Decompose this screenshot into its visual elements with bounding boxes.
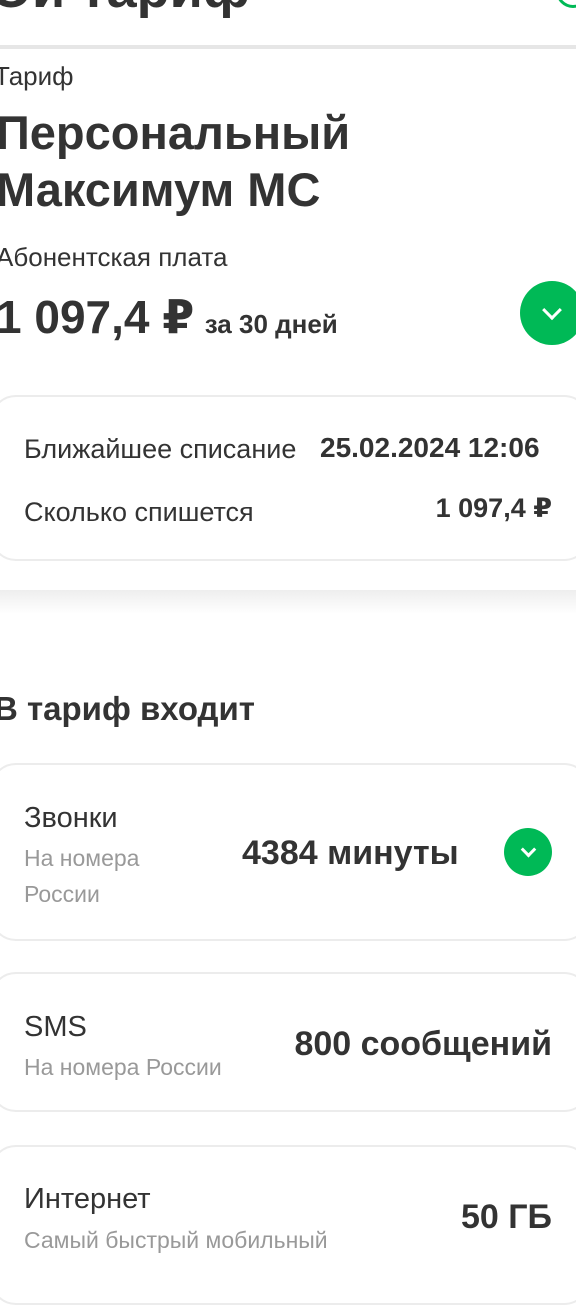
calls-name: Звонки — [24, 802, 118, 834]
fee-row: 1 097,4 ₽ за 30 дней — [0, 290, 338, 344]
fee-period: за 30 дней — [204, 309, 338, 339]
next-charge-label: Ближайшее списание — [24, 434, 297, 464]
sms-name: SMS — [24, 1011, 87, 1043]
chevron-down-icon — [520, 841, 536, 857]
sms-value: 800 сообщений — [294, 1025, 552, 1063]
sms-subtitle: На номера России — [24, 1054, 222, 1080]
tariff-name-line2: Максимум MC — [0, 163, 321, 216]
calls-value: 4384 минуты — [242, 834, 459, 872]
internet-name: Интернет — [24, 1183, 151, 1215]
tariff-caption: Тариф — [0, 61, 74, 91]
fee-amount: 1 097,4 ₽ — [0, 291, 195, 343]
included-title: В тариф входит — [0, 690, 255, 727]
amount-label: Сколько спишется — [24, 497, 254, 527]
internet-subtitle: Самый быстрый мобильный — [24, 1227, 328, 1253]
calls-expand-button[interactable] — [504, 828, 552, 876]
header-divider — [0, 45, 576, 49]
internet-value: 50 ГБ — [461, 1198, 552, 1236]
header-action-icon[interactable] — [556, 0, 576, 8]
tariff-name: Персональный Максимум MC — [0, 104, 350, 218]
billing-card — [0, 395, 576, 561]
section-separator — [0, 590, 576, 650]
fee-caption: Абонентская плата — [0, 242, 228, 272]
tariff-name-line1: Персональный — [0, 106, 351, 159]
chevron-down-icon — [542, 300, 562, 321]
fee-expand-button[interactable] — [520, 281, 576, 345]
amount-value: 1 097,4 ₽ — [435, 493, 552, 523]
page-title: Ой тариф — [0, 0, 250, 20]
next-charge-value: 25.02.2024 12:06 — [320, 432, 540, 463]
calls-subtitle: На номера России — [24, 845, 140, 907]
